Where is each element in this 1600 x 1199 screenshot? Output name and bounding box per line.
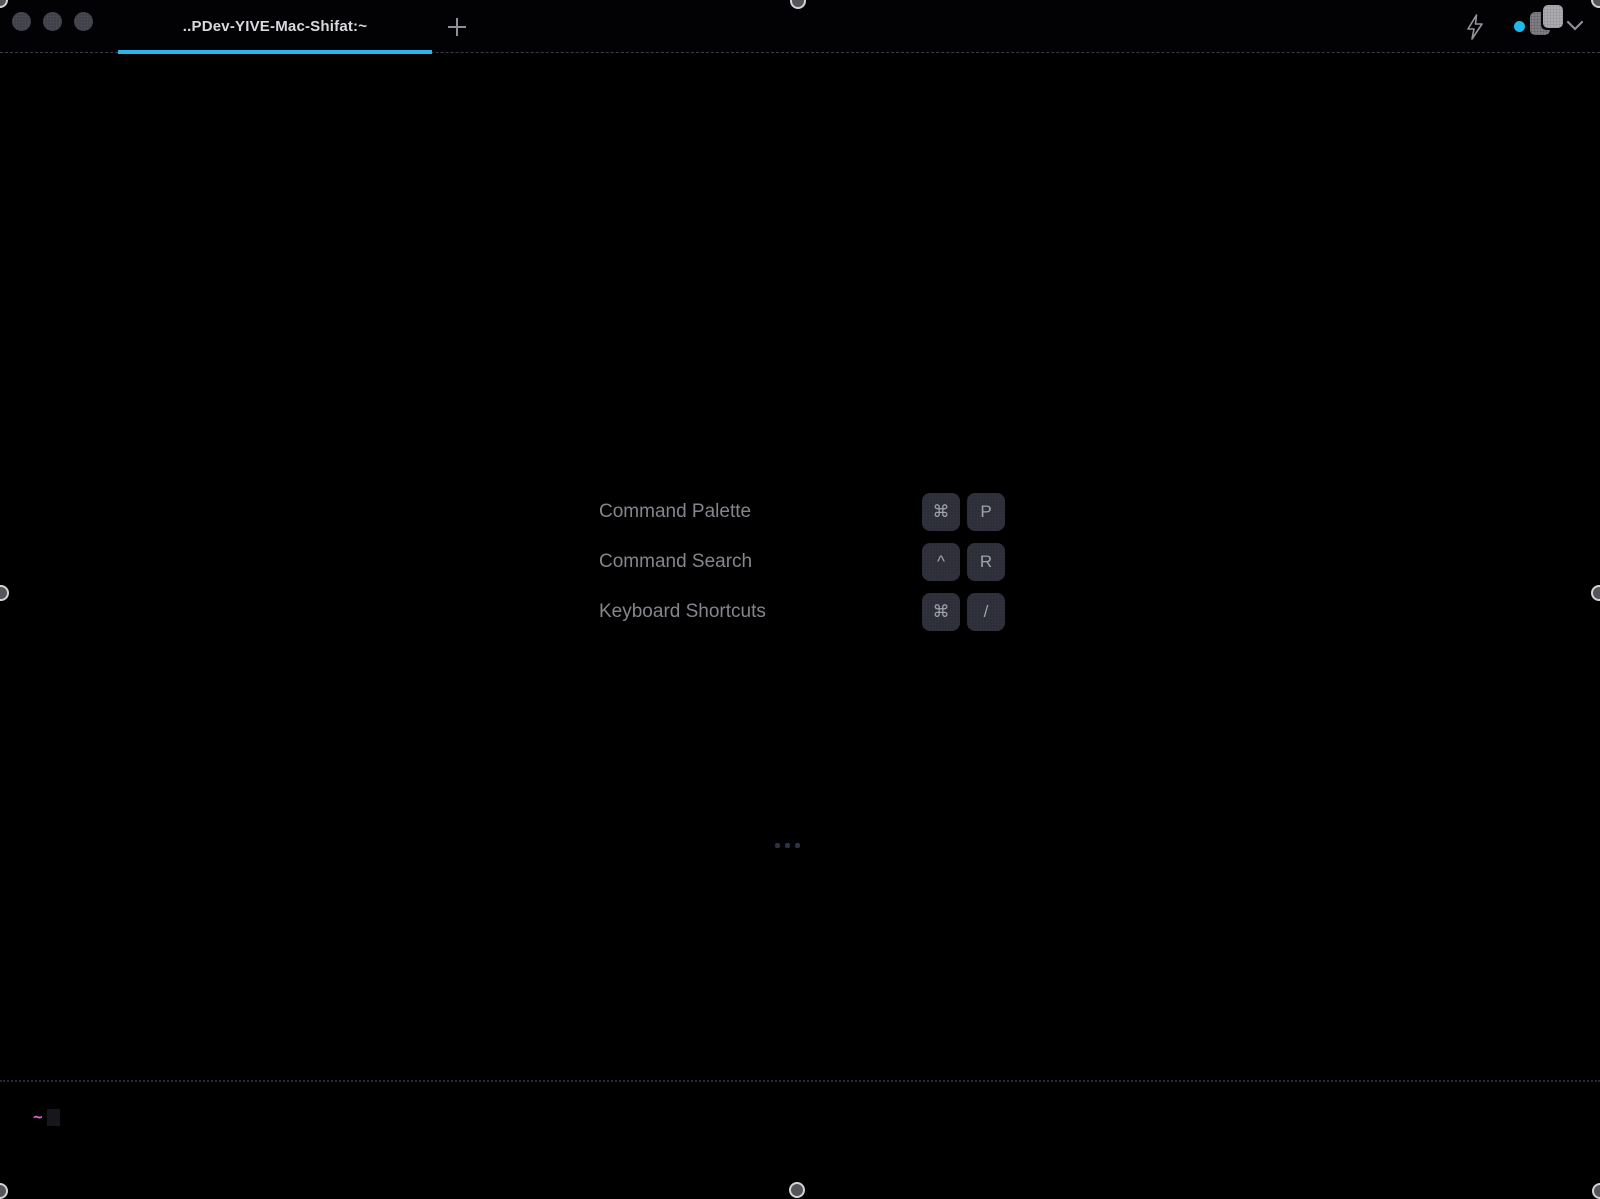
window-controls [12,12,93,31]
text-cursor [47,1109,60,1126]
keycap-p: P [967,493,1005,531]
chevron-down-icon [1566,20,1586,32]
command-input-block[interactable]: ~ [0,1082,1600,1191]
tab-title: ..PDev-YIVE-Mac-Shifat:~ [182,18,368,35]
zoom-window-button[interactable] [74,12,93,31]
new-tab-button[interactable] [434,5,480,49]
keycap-control-icon: ^ [922,543,960,581]
hint-row-command-palette: Command Palette ⌘ P [0,493,1600,531]
keycap-r: R [967,543,1005,581]
hint-label: Keyboard Shortcuts [599,601,766,622]
keycap-slash: / [967,593,1005,631]
hint-row-command-search: Command Search ^ R [0,543,1600,581]
keycap-command-icon: ⌘ [922,593,960,631]
ellipsis-dots[interactable] [775,843,800,848]
tab-active[interactable]: ..PDev-YIVE-Mac-Shifat:~ [118,0,432,55]
quick-actions-button[interactable] [1462,13,1488,41]
selection-handle-middle-right[interactable] [1591,585,1600,601]
selection-handle-bottom-right[interactable] [1592,1183,1600,1199]
plus-icon [445,15,469,39]
split-panes-button[interactable] [1530,5,1564,36]
hint-label: Command Palette [599,501,752,522]
prompt-directory: ~ [33,1107,43,1126]
terminal-pane[interactable]: Command Palette ⌘ P Command Search ^ R K… [0,54,1600,1080]
status-dot [1514,21,1525,32]
selection-handle-bottom-center[interactable] [789,1182,805,1198]
window-menu-button[interactable] [1566,17,1586,35]
keycap-command-icon: ⌘ [922,493,960,531]
hint-label: Command Search [599,551,753,572]
lightning-icon [1462,13,1488,41]
minimize-window-button[interactable] [43,12,62,31]
hint-row-keyboard-shortcuts: Keyboard Shortcuts ⌘ / [0,593,1600,631]
close-window-button[interactable] [12,12,31,31]
